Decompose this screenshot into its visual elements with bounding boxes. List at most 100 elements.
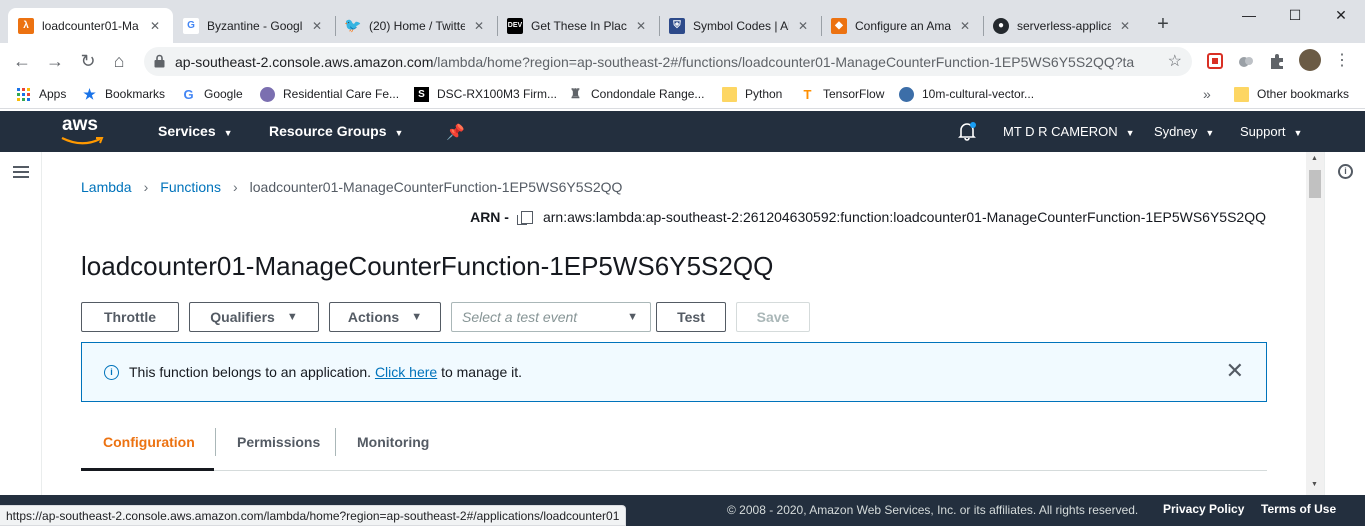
notifications-bell-icon[interactable] <box>958 121 976 144</box>
home-icon[interactable]: ⌂ <box>107 49 131 73</box>
actions-dropdown[interactable]: Actions ▼ <box>329 302 441 332</box>
github-icon: ● <box>993 17 1009 34</box>
region-menu[interactable]: Sydney ▼ <box>1154 124 1214 139</box>
tab-configuration[interactable]: Configuration <box>81 424 214 471</box>
test-button[interactable]: Test <box>656 302 726 332</box>
function-tabs: Configuration Permissions Monitoring <box>81 424 1267 471</box>
address-bar[interactable]: ap-southeast-2.console.aws.amazon.com/la… <box>144 47 1192 76</box>
breadcrumb-lambda-link[interactable]: Lambda <box>81 179 132 195</box>
browser-toolbar: ← → ↻ ⌂ ap-southeast-2.console.aws.amazo… <box>0 43 1365 79</box>
tab-title: serverless-applicat <box>1017 18 1111 33</box>
left-rail <box>0 152 42 495</box>
browser-tab-dev[interactable]: DEV Get These In Place ✕ <box>497 8 659 43</box>
back-arrow-icon[interactable]: ← <box>10 49 34 73</box>
maximize-button[interactable]: ☐ <box>1272 0 1318 30</box>
aws-box-icon: ◆ <box>831 17 847 34</box>
folder-icon <box>722 86 737 102</box>
close-icon[interactable]: ✕ <box>471 19 487 33</box>
link-status-bar: https://ap-southeast-2.console.aws.amazo… <box>0 505 627 526</box>
breadcrumb-current: loadcounter01-ManageCounterFunction-1EP5… <box>249 179 623 195</box>
new-tab-button[interactable]: + <box>1153 14 1173 34</box>
s-icon: S <box>414 86 429 102</box>
bookmark-bookmarks[interactable]: ★ Bookmarks <box>82 85 165 103</box>
url-text: ap-southeast-2.console.aws.amazon.com/la… <box>175 54 1135 70</box>
aws-smile-icon <box>61 137 104 145</box>
google-icon: G <box>183 86 194 102</box>
browser-tab-byzantine[interactable]: G Byzantine - Googl ✕ <box>173 8 335 43</box>
test-event-select[interactable]: Select a test event ▼ <box>451 302 651 332</box>
bookmark-tensorflow[interactable]: T TensorFlow <box>800 85 885 103</box>
account-menu[interactable]: MT D R CAMERON ▼ <box>1003 124 1135 139</box>
resource-groups-menu[interactable]: Resource Groups ▼ <box>269 123 403 139</box>
pin-icon[interactable]: 📌 <box>446 123 465 141</box>
forward-arrow-icon[interactable]: → <box>43 49 67 73</box>
close-icon[interactable]: ✕ <box>795 19 811 33</box>
globe-icon <box>899 86 914 102</box>
browser-tab-github[interactable]: ● serverless-applicat ✕ <box>983 8 1143 43</box>
close-icon[interactable]: ✕ <box>633 19 649 33</box>
scroll-down-arrow-icon[interactable]: ▼ <box>1311 481 1318 488</box>
extensions-puzzle-icon[interactable] <box>1268 52 1286 70</box>
lock-icon <box>154 54 165 68</box>
chevron-right-icon: › <box>143 179 149 195</box>
account-label: MT D R CAMERON <box>1003 124 1118 139</box>
browser-tab-lambda[interactable]: λ loadcounter01-Ma ✕ <box>8 8 173 43</box>
manage-application-link[interactable]: Click here <box>375 364 437 380</box>
bookmark-python[interactable]: Python <box>722 85 782 103</box>
reload-icon[interactable]: ↻ <box>76 49 100 73</box>
minimize-button[interactable]: — <box>1226 0 1272 30</box>
support-menu[interactable]: Support ▼ <box>1240 124 1302 139</box>
scrollbar-thumb[interactable] <box>1309 170 1321 198</box>
bookmark-label: Python <box>745 87 783 101</box>
breadcrumb-functions-link[interactable]: Functions <box>160 179 221 195</box>
close-icon[interactable]: ✕ <box>309 19 325 33</box>
bookmark-dsc-rx100m3[interactable]: S DSC-RX100M3 Firm... <box>414 85 557 103</box>
extension-shield-icon[interactable] <box>1206 52 1224 70</box>
google-icon: G <box>183 17 199 34</box>
page-title: loadcounter01-ManageCounterFunction-1EP5… <box>81 251 774 281</box>
services-menu[interactable]: Services ▼ <box>158 123 233 139</box>
throttle-button[interactable]: Throttle <box>81 302 179 332</box>
close-icon[interactable]: ✕ <box>147 19 163 33</box>
close-icon[interactable]: ✕ <box>957 19 973 33</box>
aws-logo[interactable]: aws <box>60 115 106 148</box>
more-bookmarks-button[interactable]: » <box>1203 85 1211 103</box>
copy-icon[interactable] <box>516 210 533 225</box>
bookmarks-bar: Apps ★ Bookmarks G Google Residential Ca… <box>0 79 1365 109</box>
bookmark-condondale[interactable]: ♜ Condondale Range... <box>568 85 705 103</box>
browser-tab-configure[interactable]: ◆ Configure an Ama ✕ <box>821 8 983 43</box>
tab-title: Symbol Codes | Al <box>693 18 789 33</box>
browser-tab-twitter[interactable]: 🐦 (20) Home / Twitte ✕ <box>335 8 497 43</box>
save-button[interactable]: Save <box>736 302 810 332</box>
browser-tab-strip: λ loadcounter01-Ma ✕ G Byzantine - Googl… <box>0 0 1365 43</box>
privacy-policy-link[interactable]: Privacy Policy <box>1163 502 1244 516</box>
close-icon[interactable]: ✕ <box>1117 19 1133 33</box>
window-close-button[interactable]: ✕ <box>1318 0 1364 30</box>
bookmark-apps[interactable]: Apps <box>16 85 66 103</box>
bookmark-label: DSC-RX100M3 Firm... <box>437 87 558 101</box>
alert-message: This function belongs to an application.… <box>129 364 522 380</box>
globe-icon <box>260 86 275 102</box>
scroll-up-arrow-icon[interactable]: ▲ <box>1311 155 1318 162</box>
bookmark-residential-care[interactable]: Residential Care Fe... <box>260 85 399 103</box>
bookmark-star-icon[interactable]: ☆ <box>1168 51 1182 71</box>
lambda-function-page: Lambda › Functions › loadcounter01-ManageCou… <box>42 152 1306 495</box>
tab-monitoring[interactable]: Monitoring <box>335 424 451 471</box>
other-bookmarks-folder[interactable]: Other bookmarks <box>1234 85 1349 103</box>
terms-of-use-link[interactable]: Terms of Use <box>1261 502 1336 516</box>
extension-cloud-icon[interactable] <box>1237 52 1255 70</box>
page-scrollbar[interactable]: ▲ ▼ <box>1306 152 1324 495</box>
test-label: Test <box>677 309 705 325</box>
alert-text-after: to manage it. <box>441 364 523 380</box>
info-panel-icon[interactable]: i <box>1338 164 1353 179</box>
hamburger-menu-icon[interactable] <box>13 166 29 179</box>
qualifiers-dropdown[interactable]: Qualifiers ▼ <box>189 302 319 332</box>
dismiss-alert-close-icon[interactable]: ✕ <box>1226 359 1244 383</box>
support-label: Support <box>1240 124 1286 139</box>
tab-permissions[interactable]: Permissions <box>215 424 342 471</box>
browser-menu-icon[interactable]: ⋮ <box>1330 49 1354 73</box>
profile-avatar[interactable] <box>1299 49 1321 71</box>
bookmark-10m-cultural[interactable]: 10m-cultural-vector... <box>899 85 1034 103</box>
bookmark-google[interactable]: G Google <box>181 85 242 103</box>
browser-tab-symbol-codes[interactable]: ⛨ Symbol Codes | Al ✕ <box>659 8 821 43</box>
